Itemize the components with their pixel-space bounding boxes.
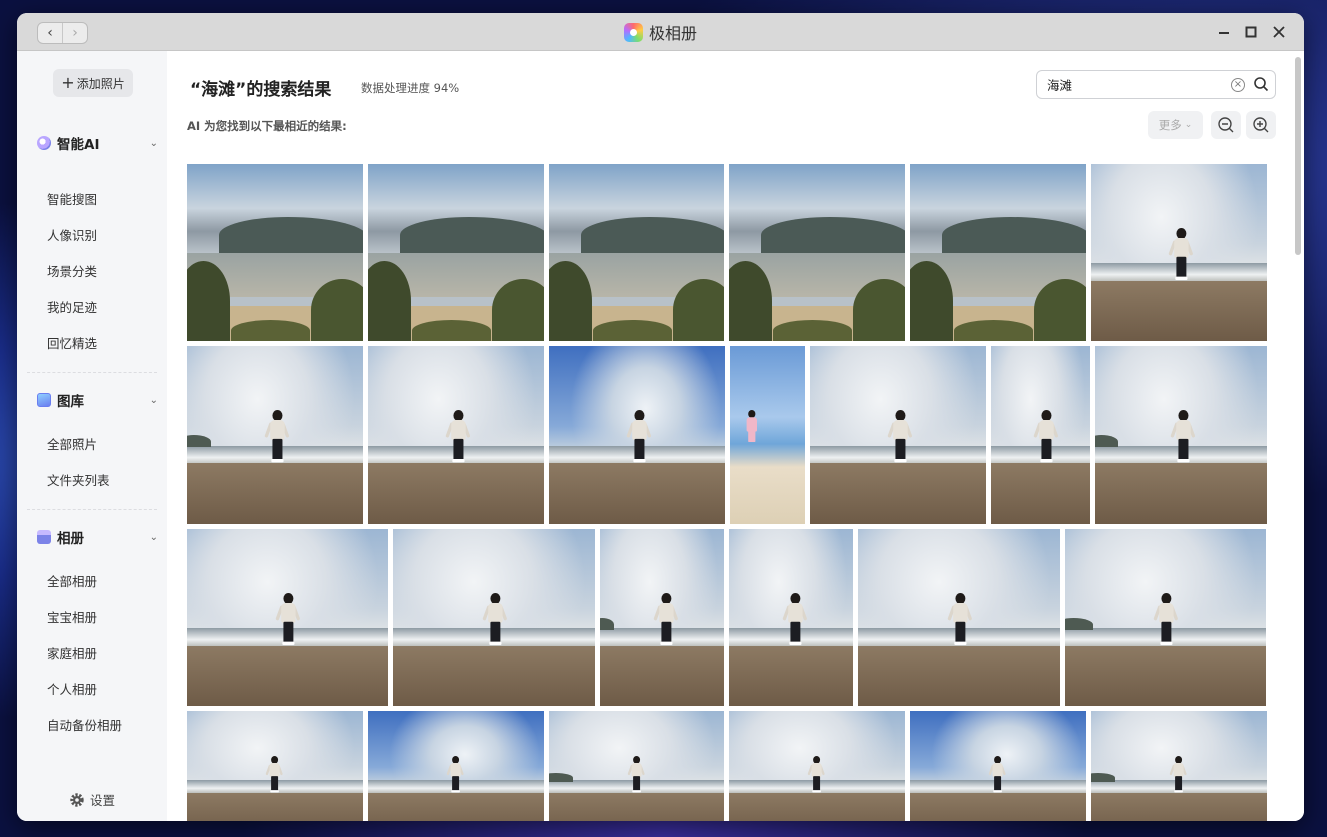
chevron-down-icon: ⌄ bbox=[149, 137, 158, 149]
photo-thumbnail[interactable] bbox=[600, 529, 724, 706]
photo-thumbnail[interactable] bbox=[549, 711, 724, 821]
section-albums-label: 相册 bbox=[57, 531, 84, 547]
search-icon[interactable] bbox=[1253, 76, 1269, 92]
photo-thumbnail[interactable] bbox=[991, 346, 1090, 524]
zoom-in-button[interactable] bbox=[1246, 111, 1276, 139]
divider bbox=[27, 509, 157, 510]
app-title: 极相册 bbox=[17, 13, 1304, 51]
photo-thumbnail[interactable] bbox=[1091, 164, 1267, 341]
add-photo-button[interactable]: + 添加照片 bbox=[53, 69, 133, 97]
app-logo-icon bbox=[623, 22, 643, 42]
sidebar-item-memories[interactable]: 回忆精选 bbox=[47, 335, 97, 353]
page-title: “海滩”的搜索结果 bbox=[190, 80, 332, 100]
section-ai-label: 智能AI bbox=[57, 137, 100, 153]
sidebar-item-all-albums[interactable]: 全部相册 bbox=[47, 573, 97, 591]
photo-thumbnail[interactable] bbox=[187, 164, 363, 341]
photo-thumbnail[interactable] bbox=[368, 711, 544, 821]
sidebar-item-family-album[interactable]: 家庭相册 bbox=[47, 645, 97, 663]
plus-icon: + bbox=[61, 73, 75, 92]
search-box: × bbox=[1036, 70, 1276, 99]
sidebar-item-personal-album[interactable]: 个人相册 bbox=[47, 681, 97, 699]
gear-icon bbox=[70, 792, 84, 807]
zoom-out-button[interactable] bbox=[1211, 111, 1241, 139]
close-button[interactable] bbox=[1268, 21, 1290, 43]
photo-thumbnail[interactable] bbox=[910, 711, 1086, 821]
more-label: 更多 bbox=[1158, 118, 1182, 132]
album-icon bbox=[37, 530, 51, 544]
add-photo-label: 添加照片 bbox=[76, 76, 125, 91]
gallery-icon bbox=[37, 393, 51, 407]
settings-label: 设置 bbox=[90, 793, 116, 808]
photo-thumbnail[interactable] bbox=[1065, 529, 1266, 706]
photo-thumbnail[interactable] bbox=[858, 529, 1060, 706]
photo-thumbnail[interactable] bbox=[729, 529, 853, 706]
photo-thumbnail[interactable] bbox=[730, 346, 805, 524]
photo-thumbnail[interactable] bbox=[729, 711, 905, 821]
main-content: “海滩”的搜索结果 数据处理进度 94% AI 为您找到以下最相近的结果: × … bbox=[167, 51, 1304, 821]
zoom-out-icon bbox=[1218, 117, 1234, 133]
ai-icon bbox=[37, 136, 51, 150]
photo-thumbnail[interactable] bbox=[368, 346, 544, 524]
photo-grid bbox=[187, 164, 1269, 821]
sidebar-item-folders[interactable]: 文件夹列表 bbox=[47, 472, 110, 490]
photo-thumbnail[interactable] bbox=[810, 346, 986, 524]
clear-icon[interactable]: × bbox=[1231, 78, 1245, 92]
app-window: ‹ › 极相册 + 添加照片 智能AI ⌄ 智能搜图 人像识别 场景分类 我的足 bbox=[17, 13, 1304, 821]
close-icon bbox=[1273, 26, 1285, 38]
section-library[interactable]: 图库 ⌄ bbox=[37, 390, 162, 410]
chevron-down-icon: ⌄ bbox=[149, 394, 158, 406]
more-dropdown[interactable]: 更多 ⌄ bbox=[1148, 111, 1203, 139]
sidebar-item-face-recognition[interactable]: 人像识别 bbox=[47, 227, 97, 245]
photo-thumbnail[interactable] bbox=[729, 164, 905, 341]
title-bar: ‹ › 极相册 bbox=[17, 13, 1304, 51]
sidebar-item-footprint[interactable]: 我的足迹 bbox=[47, 299, 97, 317]
sidebar-item-scene[interactable]: 场景分类 bbox=[47, 263, 97, 281]
chevron-down-icon: ⌄ bbox=[149, 531, 158, 543]
scrollbar-thumb[interactable] bbox=[1295, 57, 1301, 255]
sidebar: + 添加照片 智能AI ⌄ 智能搜图 人像识别 场景分类 我的足迹 回忆精选 图… bbox=[17, 51, 167, 821]
section-albums[interactable]: 相册 ⌄ bbox=[37, 527, 162, 547]
settings-button[interactable]: 设置 bbox=[69, 790, 115, 809]
photo-thumbnail[interactable] bbox=[393, 529, 595, 706]
zoom-in-icon bbox=[1253, 117, 1269, 133]
photo-thumbnail[interactable] bbox=[1091, 711, 1267, 821]
sidebar-item-auto-backup[interactable]: 自动备份相册 bbox=[47, 717, 122, 735]
photo-thumbnail[interactable] bbox=[549, 164, 724, 341]
progress-text: 数据处理进度 94% bbox=[361, 81, 460, 95]
photo-thumbnail[interactable] bbox=[368, 164, 544, 341]
results-subtitle: AI 为您找到以下最相近的结果: bbox=[187, 119, 347, 133]
app-name: 极相册 bbox=[648, 24, 697, 43]
maximize-icon bbox=[1245, 26, 1257, 38]
photo-thumbnail[interactable] bbox=[910, 164, 1086, 341]
maximize-button[interactable] bbox=[1240, 21, 1262, 43]
minimize-icon bbox=[1219, 32, 1229, 34]
sidebar-item-all-photos[interactable]: 全部照片 bbox=[47, 436, 97, 454]
chevron-down-icon: ⌄ bbox=[1184, 120, 1193, 130]
photo-thumbnail[interactable] bbox=[1095, 346, 1267, 524]
minimize-button[interactable] bbox=[1213, 21, 1235, 43]
section-ai[interactable]: 智能AI ⌄ bbox=[37, 133, 162, 153]
photo-thumbnail[interactable] bbox=[549, 346, 725, 524]
photo-thumbnail[interactable] bbox=[187, 529, 388, 706]
sidebar-item-baby-album[interactable]: 宝宝相册 bbox=[47, 609, 97, 627]
photo-thumbnail[interactable] bbox=[187, 711, 363, 821]
divider bbox=[27, 372, 157, 373]
search-input[interactable] bbox=[1047, 77, 1217, 92]
photo-thumbnail[interactable] bbox=[187, 346, 363, 524]
section-library-label: 图库 bbox=[57, 394, 84, 410]
sidebar-item-smart-search[interactable]: 智能搜图 bbox=[47, 191, 97, 209]
